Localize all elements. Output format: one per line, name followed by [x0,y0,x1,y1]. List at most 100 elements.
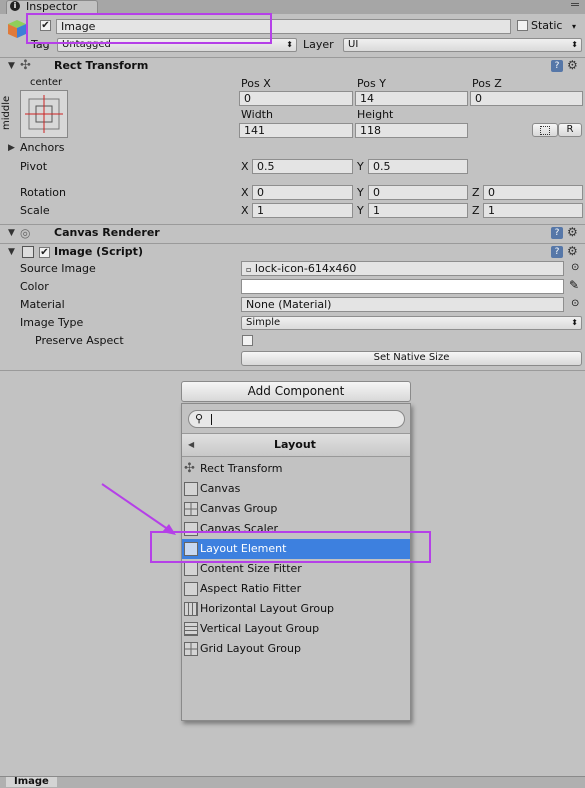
list-item-aspect-ratio-fitter[interactable]: Aspect Ratio Fitter [182,579,410,599]
width-field[interactable]: 141 [239,123,353,138]
list-item-vertical-layout-group[interactable]: Vertical Layout Group [182,619,410,639]
source-image-value: lock-icon-614x460 [254,262,357,275]
vertical-layout-icon [184,622,198,636]
list-item-label: Aspect Ratio Fitter [200,582,302,595]
help-icon[interactable]: ? [551,60,563,72]
pos-z-field[interactable]: 0 [470,91,583,106]
category-title: Layout [274,438,316,451]
scale-y-field[interactable]: 1 [368,203,468,218]
blueprint-icon [540,126,550,135]
rotation-y-axis: Y [357,186,364,199]
rotation-z-field[interactable]: 0 [483,185,583,200]
info-icon: i [10,1,20,11]
list-item-label: Canvas Group [200,502,278,515]
image-type-dropdown[interactable]: Simple ⬍ [241,316,582,330]
annotation-box-name [26,13,272,44]
back-arrow-icon[interactable]: ◀ [188,440,194,449]
preview-bar [0,776,585,788]
tab-title: Inspector [26,0,78,13]
sprite-icon: ▫ [246,265,252,274]
height-field[interactable]: 118 [355,123,468,138]
annotation-arrow [101,483,176,535]
list-item-grid-layout-group[interactable]: Grid Layout Group [182,639,410,659]
preserve-aspect-checkbox[interactable] [242,335,253,346]
image-enabled-checkbox[interactable]: ✔ [39,247,50,258]
rotation-x-field[interactable]: 0 [252,185,353,200]
object-picker-icon[interactable]: ⊙ [571,298,579,309]
pos-x-field[interactable]: 0 [239,91,353,106]
scale-z-field[interactable]: 1 [483,203,583,218]
anchor-presets-button[interactable] [20,90,68,138]
list-item-label: Horizontal Layout Group [200,602,335,615]
search-icon: ⚲ [195,412,204,425]
preview-title[interactable]: Image [6,777,57,787]
scale-x-field[interactable]: 1 [252,203,353,218]
gear-icon[interactable]: ⚙ [567,225,578,239]
raw-edit-button[interactable]: R [558,123,582,137]
object-picker-icon[interactable]: ⊙ [571,262,579,273]
annotation-box-layout-element [150,531,431,563]
color-field[interactable] [241,279,564,294]
fold-arrow-icon[interactable]: ▼ [8,61,15,71]
list-item-canvas[interactable]: Canvas [182,479,410,499]
help-icon[interactable]: ? [551,246,563,258]
rect-transform-icon: ✣ [20,58,31,73]
scale-y-axis: Y [357,204,364,217]
color-label: Color [20,280,49,293]
static-checkbox[interactable] [517,20,528,31]
rotation-y-field[interactable]: 0 [368,185,468,200]
source-image-field[interactable]: ▫ lock-icon-614x460 [241,261,564,276]
list-item-label: Vertical Layout Group [200,622,320,635]
chevron-down-icon: ⬍ [571,40,578,49]
anchors-label[interactable]: Anchors [20,141,65,155]
pos-z-label: Pos Z [472,77,502,90]
pivot-x-axis: X [241,160,249,173]
pivot-y-field[interactable]: 0.5 [368,159,468,174]
layer-value: UI [348,39,359,50]
list-item-label: Content Size Fitter [200,562,302,575]
layer-dropdown[interactable]: UI ⬍ [343,38,582,52]
search-input[interactable]: ⚲ [188,410,405,428]
chevron-down-icon: ⬍ [571,318,578,327]
rect-transform-icon: ✣ [184,461,195,476]
rect-transform-title: Rect Transform [54,59,149,72]
add-component-button[interactable]: Add Component [181,381,411,402]
fold-arrow-icon[interactable]: ▼ [8,247,15,257]
pivot-x-field[interactable]: 0.5 [252,159,353,174]
list-item-canvas-group[interactable]: Canvas Group [182,499,410,519]
content-size-fitter-icon [184,562,198,576]
image-type-label: Image Type [20,316,84,329]
cube-icon [6,18,28,40]
pos-y-label: Pos Y [357,77,386,90]
static-label: Static [531,19,563,32]
scale-z-axis: Z [472,204,480,217]
gear-icon[interactable]: ⚙ [567,244,578,258]
blueprint-mode-button[interactable] [532,123,558,137]
static-dropdown-icon[interactable]: ▾ [572,22,576,31]
pos-y-field[interactable]: 14 [355,91,468,106]
list-item-horizontal-layout-group[interactable]: Horizontal Layout Group [182,599,410,619]
menu-icon[interactable] [571,3,579,6]
image-script-title: Image (Script) [54,245,143,258]
pos-x-label: Pos X [241,77,271,90]
gear-icon[interactable]: ⚙ [567,58,578,72]
canvas-group-icon [184,502,198,516]
help-icon[interactable]: ? [551,227,563,239]
list-item-label: Rect Transform [200,462,283,475]
pivot-label: Pivot [20,160,48,173]
anchor-side-label: middle [1,95,12,130]
image-component-icon [22,246,34,258]
canvas-renderer-title: Canvas Renderer [54,226,160,239]
eyedropper-icon[interactable]: ✎ [569,278,579,292]
height-label: Height [357,108,394,121]
material-field[interactable]: None (Material) [241,297,564,312]
list-item-label: Canvas [200,482,241,495]
source-image-label: Source Image [20,262,96,275]
chevron-down-icon: ⬍ [286,40,293,49]
scale-label: Scale [20,204,50,217]
fold-arrow-icon[interactable]: ▼ [8,228,15,238]
list-item-rect-transform[interactable]: ✣ Rect Transform [182,459,410,479]
anchors-fold-icon[interactable]: ▶ [8,143,15,153]
set-native-size-button[interactable]: Set Native Size [241,351,582,366]
width-label: Width [241,108,273,121]
